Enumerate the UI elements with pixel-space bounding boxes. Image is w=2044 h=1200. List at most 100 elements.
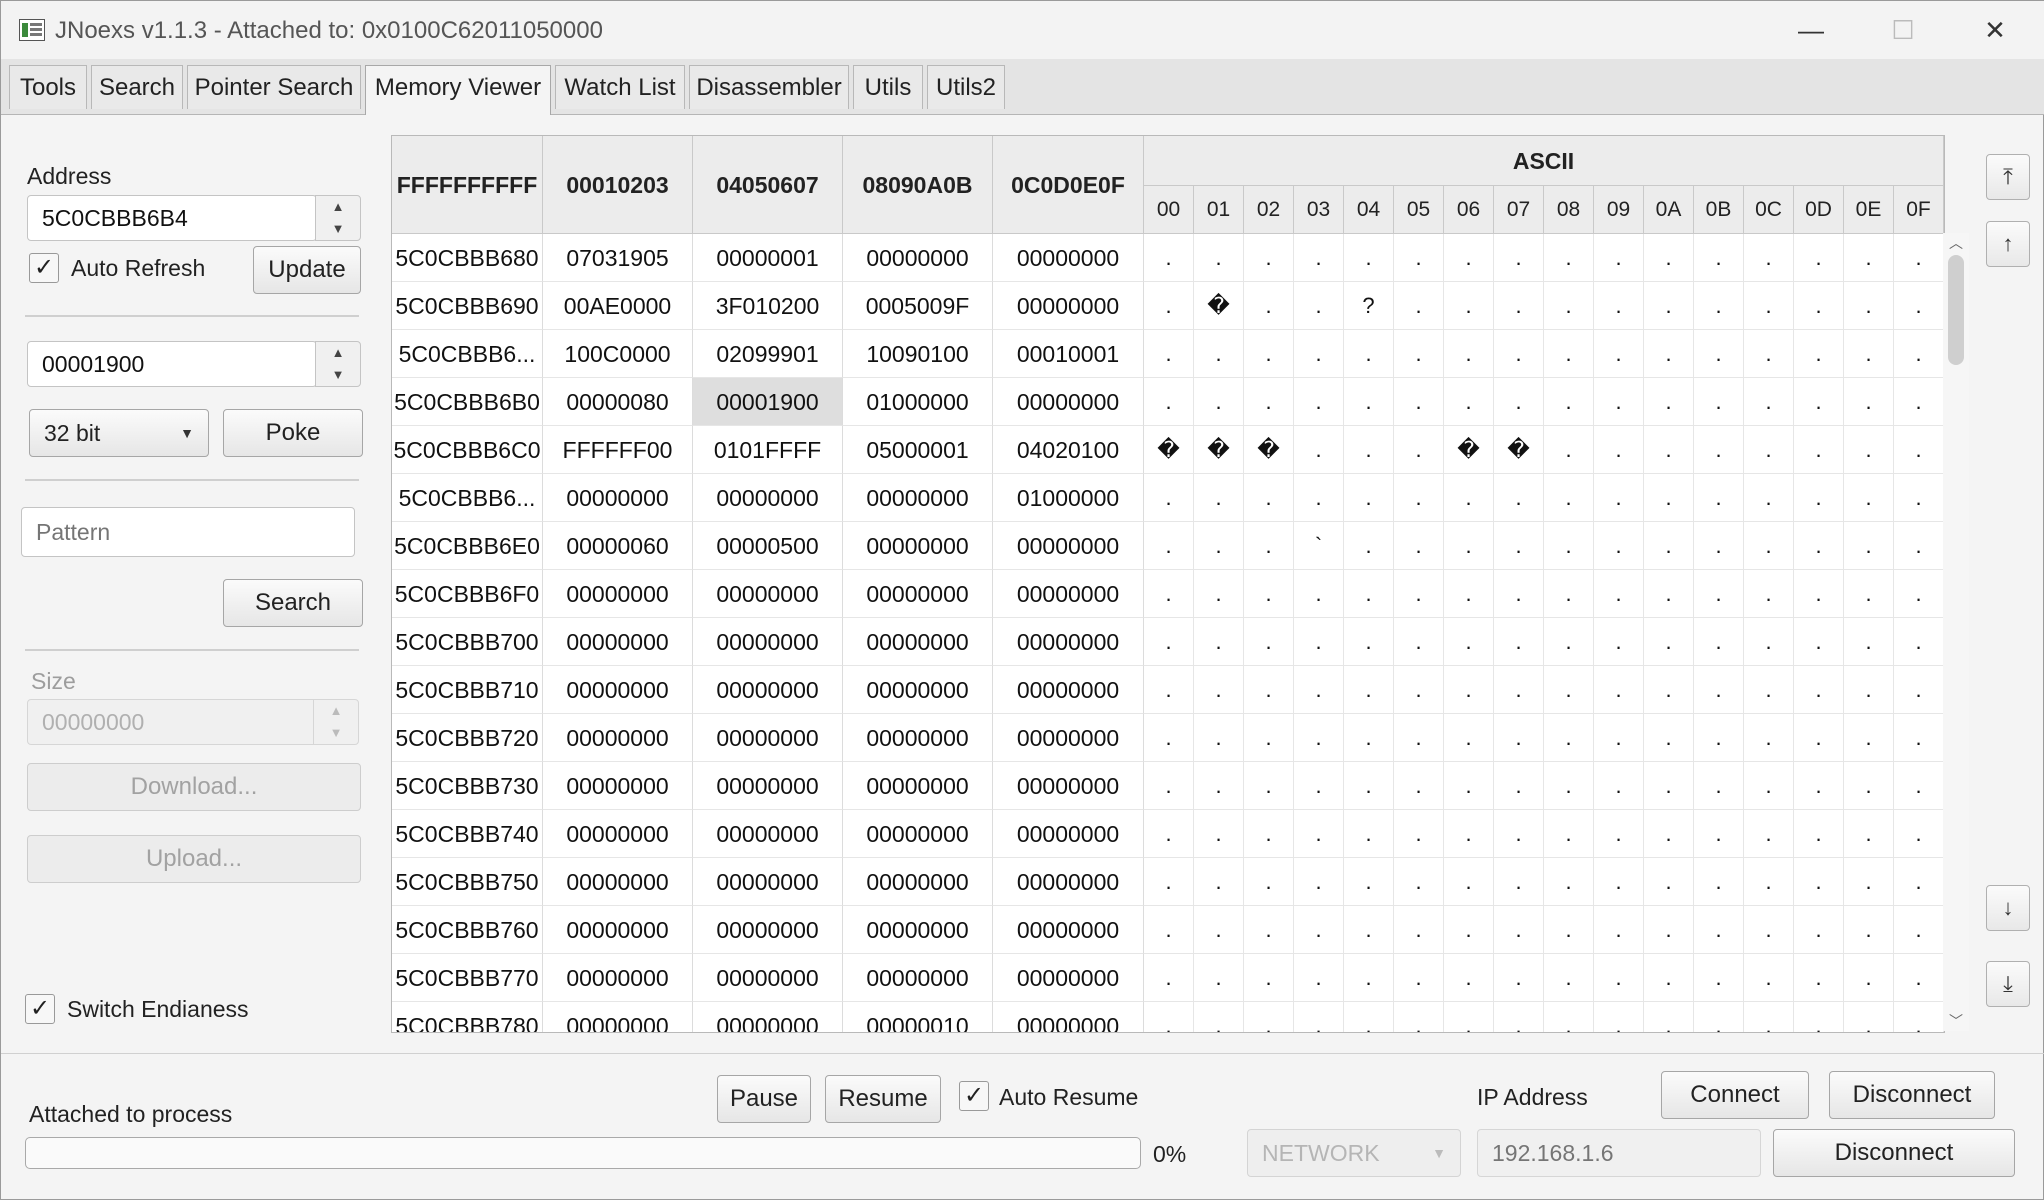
value-cell[interactable]: 100C0000 bbox=[543, 330, 693, 378]
poke-value-input[interactable]: 00001900 bbox=[27, 341, 317, 387]
tab-utils2[interactable]: Utils2 bbox=[927, 65, 1005, 109]
value-cell[interactable]: 00000000 bbox=[993, 1002, 1144, 1032]
value-cell[interactable]: 02099901 bbox=[693, 330, 843, 378]
table-row[interactable]: 5C0CBBB6F0 00000000 00000000 00000000 000000… bbox=[392, 570, 1944, 618]
connection-type-select[interactable]: NETWORK ▼ bbox=[1247, 1129, 1461, 1177]
value-cell[interactable]: 00000000 bbox=[843, 714, 993, 762]
value-cell[interactable]: 00000000 bbox=[843, 618, 993, 666]
value-cell[interactable]: 00000000 bbox=[993, 810, 1144, 858]
value-cell[interactable]: 00000000 bbox=[693, 618, 843, 666]
column-header-00010203[interactable]: 00010203 bbox=[543, 136, 693, 234]
address-cell[interactable]: 5C0CBBB760 bbox=[392, 906, 543, 954]
value-cell[interactable]: 00000000 bbox=[543, 762, 693, 810]
pause-button[interactable]: Pause bbox=[717, 1075, 811, 1123]
tab-search[interactable]: Search bbox=[91, 65, 183, 109]
switch-endianess-checkbox[interactable]: ✓ bbox=[25, 994, 55, 1024]
auto-refresh-checkbox[interactable]: ✓ bbox=[29, 253, 59, 283]
table-row[interactable]: 5C0CBBB770 00000000 00000000 00000000 000000… bbox=[392, 954, 1944, 1002]
value-cell[interactable]: 0101FFFF bbox=[693, 426, 843, 474]
update-button[interactable]: Update bbox=[253, 246, 361, 294]
value-cell[interactable]: 00000000 bbox=[693, 570, 843, 618]
value-cell[interactable]: 00000000 bbox=[693, 906, 843, 954]
value-cell[interactable]: 07031905 bbox=[543, 234, 693, 282]
column-header-08090a0b[interactable]: 08090A0B bbox=[843, 136, 993, 234]
tab-utils[interactable]: Utils bbox=[853, 65, 923, 109]
address-cell[interactable]: 5C0CBBB6... bbox=[392, 330, 543, 378]
size-input[interactable]: 00000000 bbox=[27, 699, 317, 745]
column-header-0c0d0e0f[interactable]: 0C0D0E0F bbox=[993, 136, 1144, 234]
value-cell[interactable]: 00000001 bbox=[693, 234, 843, 282]
table-row[interactable]: 5C0CBBB680 07031905 00000001 00000000 000000… bbox=[392, 234, 1944, 282]
value-cell[interactable]: 00000000 bbox=[543, 618, 693, 666]
tab-memory-viewer[interactable]: Memory Viewer bbox=[365, 65, 551, 115]
scroll-bottom-button[interactable]: ⤓ bbox=[1986, 961, 2030, 1007]
spinner-up-icon[interactable]: ▲ bbox=[314, 700, 358, 722]
table-row[interactable]: 5C0CBBB6... 00000000 00000000 00000000 01000… bbox=[392, 474, 1944, 522]
value-cell[interactable]: 00000000 bbox=[693, 474, 843, 522]
value-cell[interactable]: 00000000 bbox=[843, 810, 993, 858]
table-row[interactable]: 5C0CBBB730 00000000 00000000 00000000 000000… bbox=[392, 762, 1944, 810]
tab-watch-list[interactable]: Watch List bbox=[555, 65, 685, 109]
scroll-up-icon[interactable]: ︿ bbox=[1943, 233, 1969, 253]
value-cell[interactable]: 00000000 bbox=[993, 714, 1144, 762]
minimize-button[interactable]: — bbox=[1781, 9, 1841, 51]
table-row[interactable]: 5C0CBBB780 00000000 00000000 00000010 000000… bbox=[392, 1002, 1944, 1032]
value-cell[interactable]: 00000000 bbox=[993, 906, 1144, 954]
address-spinner[interactable]: ▲ ▼ bbox=[315, 195, 361, 241]
scrollbar-thumb[interactable] bbox=[1948, 255, 1964, 365]
address-cell[interactable]: 5C0CBBB770 bbox=[392, 954, 543, 1002]
value-cell[interactable]: 00000080 bbox=[543, 378, 693, 426]
value-cell[interactable]: 00000000 bbox=[543, 858, 693, 906]
address-cell[interactable]: 5C0CBBB730 bbox=[392, 762, 543, 810]
table-row[interactable]: 5C0CBBB760 00000000 00000000 00000000 000000… bbox=[392, 906, 1944, 954]
value-cell[interactable]: 00000000 bbox=[843, 474, 993, 522]
value-cell[interactable]: 00000000 bbox=[543, 954, 693, 1002]
close-button[interactable]: ✕ bbox=[1965, 9, 2025, 51]
scroll-top-button[interactable]: ⤒ bbox=[1986, 154, 2030, 200]
address-cell[interactable]: 5C0CBBB700 bbox=[392, 618, 543, 666]
value-cell[interactable]: 00000000 bbox=[543, 906, 693, 954]
table-row[interactable]: 5C0CBBB6C0 FFFFFF00 0101FFFF 05000001 040201… bbox=[392, 426, 1944, 474]
address-cell[interactable]: 5C0CBBB6F0 bbox=[392, 570, 543, 618]
disconnect-button-top[interactable]: Disconnect bbox=[1829, 1071, 1995, 1119]
value-cell[interactable]: 00000000 bbox=[693, 1002, 843, 1032]
value-cell[interactable]: 00000000 bbox=[693, 858, 843, 906]
size-spinner[interactable]: ▲ ▼ bbox=[313, 699, 359, 745]
value-cell[interactable]: 0005009F bbox=[843, 282, 993, 330]
value-cell[interactable]: 00000000 bbox=[993, 378, 1144, 426]
value-cell[interactable]: 00000000 bbox=[843, 234, 993, 282]
value-cell[interactable]: 3F010200 bbox=[693, 282, 843, 330]
table-row[interactable]: 5C0CBBB710 00000000 00000000 00000000 000000… bbox=[392, 666, 1944, 714]
disconnect-button[interactable]: Disconnect bbox=[1773, 1129, 2015, 1177]
spinner-down-icon[interactable]: ▼ bbox=[316, 218, 360, 240]
scroll-down-icon[interactable]: ﹀ bbox=[1943, 1011, 1969, 1031]
value-cell[interactable]: 00010001 bbox=[993, 330, 1144, 378]
value-cell[interactable]: 10090100 bbox=[843, 330, 993, 378]
value-cell[interactable]: 00000000 bbox=[693, 762, 843, 810]
connect-button[interactable]: Connect bbox=[1661, 1071, 1809, 1119]
value-cell[interactable]: 01000000 bbox=[993, 474, 1144, 522]
value-cell[interactable]: 00000000 bbox=[843, 954, 993, 1002]
table-row[interactable]: 5C0CBBB690 00AE0000 3F010200 0005009F 000000… bbox=[392, 282, 1944, 330]
page-up-button[interactable]: ↑ bbox=[1986, 221, 2030, 267]
value-cell[interactable]: 04020100 bbox=[993, 426, 1144, 474]
address-cell[interactable]: 5C0CBBB740 bbox=[392, 810, 543, 858]
value-cell[interactable]: 00000000 bbox=[843, 858, 993, 906]
table-row[interactable]: 5C0CBBB700 00000000 00000000 00000000 000000… bbox=[392, 618, 1944, 666]
spinner-up-icon[interactable]: ▲ bbox=[316, 342, 360, 364]
value-cell[interactable]: 00000000 bbox=[843, 906, 993, 954]
spinner-up-icon[interactable]: ▲ bbox=[316, 196, 360, 218]
value-cell[interactable]: 00000010 bbox=[843, 1002, 993, 1032]
value-cell[interactable]: 05000001 bbox=[843, 426, 993, 474]
maximize-button[interactable]: ☐ bbox=[1873, 9, 1933, 51]
address-cell[interactable]: 5C0CBBB680 bbox=[392, 234, 543, 282]
table-row[interactable]: 5C0CBBB750 00000000 00000000 00000000 000000… bbox=[392, 858, 1944, 906]
value-cell[interactable]: 00000000 bbox=[993, 762, 1144, 810]
tab-disassembler[interactable]: Disassembler bbox=[689, 65, 849, 109]
spinner-down-icon[interactable]: ▼ bbox=[314, 722, 358, 744]
upload-button[interactable]: Upload... bbox=[27, 835, 361, 883]
value-cell[interactable]: 00000000 bbox=[543, 474, 693, 522]
address-cell[interactable]: 5C0CBBB710 bbox=[392, 666, 543, 714]
auto-resume-checkbox[interactable]: ✓ bbox=[959, 1081, 989, 1111]
value-cell[interactable]: 00000000 bbox=[993, 570, 1144, 618]
